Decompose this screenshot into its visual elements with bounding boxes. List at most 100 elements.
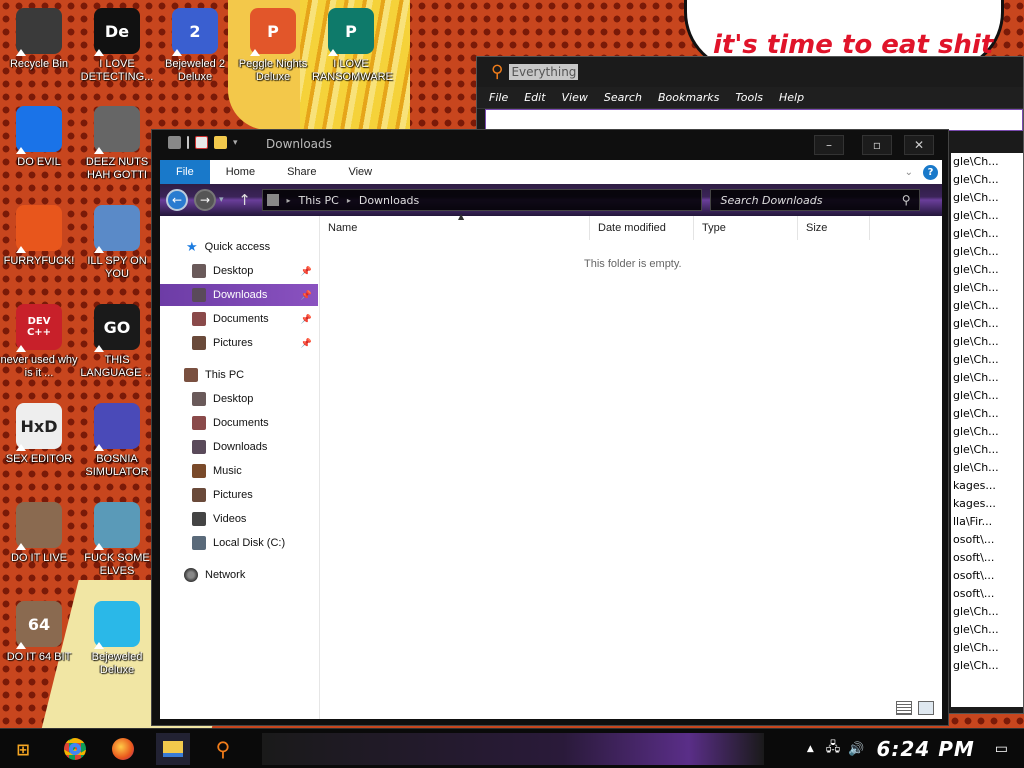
network-tray-icon[interactable]: 🖧 (826, 738, 841, 760)
column-header-date-modified[interactable]: Date modified (590, 216, 694, 240)
clock[interactable]: 6:24 PM (876, 737, 974, 761)
list-item[interactable]: gle\Ch... (951, 189, 1023, 207)
nav-item-pc-desktop[interactable]: Desktop (160, 388, 318, 410)
desktop-icon-13[interactable]: DO IT LIVE (0, 502, 78, 565)
list-item[interactable]: gle\Ch... (951, 243, 1023, 261)
nav-item-pc-local-disk-c-[interactable]: Local Disk (C:) (160, 532, 318, 554)
list-item[interactable]: gle\Ch... (951, 315, 1023, 333)
nav-item-qa-desktop[interactable]: Desktop 📌 (160, 260, 318, 282)
menu-bookmarks[interactable]: Bookmarks (658, 91, 719, 104)
search-icon[interactable]: ⚲ (902, 193, 911, 207)
list-item[interactable]: gle\Ch... (951, 387, 1023, 405)
menu-search[interactable]: Search (604, 91, 642, 104)
everything-titlebar[interactable]: ⚲ Everything (477, 57, 1023, 87)
new-folder-icon[interactable] (214, 136, 227, 149)
pin-icon[interactable]: 📌 (301, 338, 312, 349)
chevron-down-icon[interactable]: ▾ (233, 138, 238, 148)
list-item[interactable]: kages... (951, 495, 1023, 513)
nav-item-pc-music[interactable]: Music (160, 460, 318, 482)
file-list[interactable]: Name Date modified Type Size ▲ This fold… (320, 212, 942, 719)
expand-ribbon-icon[interactable]: ⌄ (905, 167, 913, 178)
back-button[interactable]: ← (166, 189, 188, 211)
list-item[interactable]: gle\Ch... (951, 657, 1023, 675)
list-item[interactable]: gle\Ch... (951, 171, 1023, 189)
desktop-icon-15[interactable]: 64 DO IT 64 BIT (0, 601, 78, 664)
firefox-icon[interactable] (106, 733, 140, 765)
nav-quick-access[interactable]: ★ Quick access (160, 236, 318, 258)
nav-item-qa-downloads[interactable]: Downloads 📌 (160, 284, 318, 306)
maximize-button[interactable]: ▫ (862, 135, 892, 155)
list-item[interactable]: osoft\... (951, 549, 1023, 567)
list-item[interactable]: gle\Ch... (951, 441, 1023, 459)
desktop-icon-7[interactable]: FURRYFUCK! (0, 205, 78, 268)
desktop-icon-4[interactable]: PI LOVE RANSOMWARE (312, 8, 393, 84)
menu-view[interactable]: View (562, 91, 588, 104)
desktop-icon-5[interactable]: DO EVIL (0, 106, 78, 169)
nav-item-pc-downloads[interactable]: Downloads (160, 436, 318, 458)
desktop-icon-9[interactable]: DEV C++ never used why is it ... (0, 304, 78, 380)
list-item[interactable]: gle\Ch... (951, 297, 1023, 315)
list-item[interactable]: gle\Ch... (951, 459, 1023, 477)
close-button[interactable]: ✕ (904, 135, 934, 155)
tab-share[interactable]: Share (271, 160, 332, 184)
everything-search-input[interactable] (485, 109, 1023, 131)
list-item[interactable]: gle\Ch... (951, 369, 1023, 387)
nav-item-pc-pictures[interactable]: Pictures (160, 484, 318, 506)
tab-view[interactable]: View (332, 160, 388, 184)
nav-item-pc-documents[interactable]: Documents (160, 412, 318, 434)
desktop-icon-12[interactable]: BOSNIA SIMULATOR (78, 403, 156, 479)
list-item[interactable]: gle\Ch... (951, 279, 1023, 297)
column-header-type[interactable]: Type (694, 216, 798, 240)
details-view-icon[interactable] (896, 701, 912, 715)
pin-icon[interactable]: 📌 (301, 266, 312, 277)
list-item[interactable]: lla\Fir... (951, 513, 1023, 531)
desktop-icon-10[interactable]: GO THIS LANGUAGE ... (78, 304, 156, 380)
everything-icon[interactable]: ⚲ (206, 733, 240, 765)
list-item[interactable]: gle\Ch... (951, 351, 1023, 369)
up-button[interactable]: ↑ (234, 189, 256, 211)
list-item[interactable]: osoft\... (951, 531, 1023, 549)
menu-help[interactable]: Help (779, 91, 804, 104)
list-item[interactable]: gle\Ch... (951, 333, 1023, 351)
desktop-icon-0[interactable]: Recycle Bin (0, 8, 78, 71)
nav-item-pc-videos[interactable]: Videos (160, 508, 318, 530)
pin-icon[interactable]: 📌 (301, 290, 312, 301)
list-item[interactable]: osoft\... (951, 567, 1023, 585)
recent-locations-icon[interactable]: ▾ (219, 195, 224, 205)
list-item[interactable]: gle\Ch... (951, 639, 1023, 657)
menu-edit[interactable]: Edit (524, 91, 545, 104)
show-hidden-icons-icon[interactable]: ▲ (807, 744, 814, 754)
list-item[interactable]: gle\Ch... (951, 261, 1023, 279)
tab-file[interactable]: File (160, 160, 210, 184)
large-icons-view-icon[interactable] (918, 701, 934, 715)
properties-icon[interactable] (195, 136, 208, 149)
forward-button[interactable]: → (194, 189, 216, 211)
breadcrumb-downloads[interactable]: Downloads (359, 194, 419, 207)
menu-file[interactable]: File (489, 91, 508, 104)
list-item[interactable]: gle\Ch... (951, 207, 1023, 225)
tab-home[interactable]: Home (210, 160, 271, 184)
list-item[interactable]: gle\Ch... (951, 153, 1023, 171)
minimize-button[interactable]: – (814, 135, 844, 155)
list-item[interactable]: osoft\... (951, 585, 1023, 603)
desktop-icon-2[interactable]: 2 Bejeweled 2 Deluxe (156, 8, 234, 84)
volume-icon[interactable]: 🔊 (848, 742, 864, 757)
pin-icon[interactable]: 📌 (301, 314, 312, 325)
desktop-icon-8[interactable]: ILL SPY ON YOU (78, 205, 156, 281)
desktop-icon-16[interactable]: Bejeweled Deluxe (78, 601, 156, 677)
list-item[interactable]: gle\Ch... (951, 621, 1023, 639)
nav-this-pc[interactable]: This PC (160, 364, 318, 386)
desktop-icon-3[interactable]: P Peggle Nights Deluxe (234, 8, 312, 84)
help-icon[interactable]: ? (923, 164, 938, 180)
chrome-icon[interactable] (58, 733, 92, 765)
desktop-icon-1[interactable]: De I LOVE DETECTING... (78, 8, 156, 84)
list-item[interactable]: gle\Ch... (951, 423, 1023, 441)
column-header-name[interactable]: Name (320, 216, 590, 240)
breadcrumb-this-pc[interactable]: This PC (299, 194, 339, 207)
list-item[interactable]: gle\Ch... (951, 405, 1023, 423)
nav-item-qa-documents[interactable]: Documents 📌 (160, 308, 318, 330)
desktop-icon-11[interactable]: HxD SEX EDITOR (0, 403, 78, 466)
list-item[interactable]: gle\Ch... (951, 225, 1023, 243)
column-header-size[interactable]: Size (798, 216, 870, 240)
menu-tools[interactable]: Tools (735, 91, 763, 104)
